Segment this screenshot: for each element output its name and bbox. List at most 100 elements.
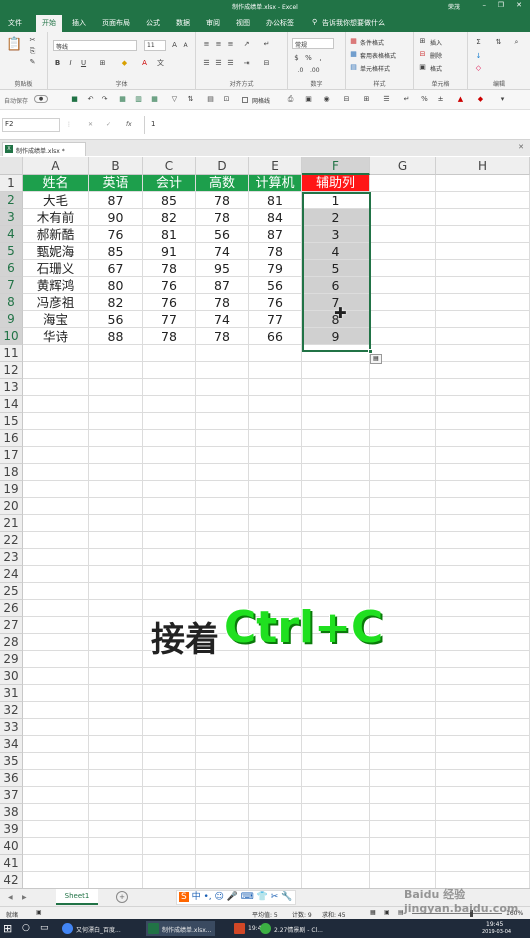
row-header[interactable]: 19 bbox=[0, 481, 23, 498]
align-right-icon[interactable]: ☰ bbox=[226, 59, 235, 68]
column-header-f[interactable]: F bbox=[302, 157, 370, 175]
empty-cell[interactable] bbox=[302, 566, 370, 583]
row-header[interactable]: 23 bbox=[0, 549, 23, 566]
new-sheet-button[interactable]: + bbox=[116, 891, 128, 903]
table-cell[interactable]: 84 bbox=[249, 209, 302, 226]
empty-cell[interactable] bbox=[196, 481, 249, 498]
increase-decimal-icon[interactable]: .0 bbox=[296, 66, 305, 75]
decimal-icon[interactable]: ± bbox=[436, 95, 445, 104]
border-icon[interactable]: ⊞ bbox=[98, 59, 107, 68]
empty-cell[interactable] bbox=[89, 668, 143, 685]
tell-me-input[interactable]: 告诉我你想要做什么 bbox=[322, 18, 385, 28]
empty-cell[interactable] bbox=[302, 413, 370, 430]
empty-cell[interactable] bbox=[436, 175, 530, 192]
row-header[interactable]: 2 bbox=[0, 192, 23, 209]
row-header[interactable]: 40 bbox=[0, 838, 23, 855]
empty-cell[interactable] bbox=[196, 668, 249, 685]
table-cell[interactable]: 4 bbox=[302, 243, 370, 260]
empty-cell[interactable] bbox=[249, 379, 302, 396]
empty-cell[interactable] bbox=[249, 753, 302, 770]
table-cell[interactable]: 76 bbox=[143, 294, 196, 311]
empty-cell[interactable] bbox=[89, 583, 143, 600]
empty-cell[interactable] bbox=[249, 702, 302, 719]
row-header[interactable]: 9 bbox=[0, 311, 23, 328]
user-name[interactable]: 荣茂 bbox=[448, 2, 460, 11]
row-header[interactable]: 24 bbox=[0, 566, 23, 583]
empty-cell[interactable] bbox=[89, 651, 143, 668]
empty-cell[interactable] bbox=[436, 770, 530, 787]
empty-cell[interactable] bbox=[436, 685, 530, 702]
camera-icon[interactable]: ◉ bbox=[322, 95, 331, 104]
empty-cell[interactable] bbox=[249, 685, 302, 702]
empty-cell[interactable] bbox=[89, 719, 143, 736]
empty-cell[interactable] bbox=[302, 702, 370, 719]
merge-center-icon[interactable]: ⊟ bbox=[262, 59, 271, 68]
row-header[interactable]: 29 bbox=[0, 651, 23, 668]
empty-cell[interactable] bbox=[249, 770, 302, 787]
align-top-icon[interactable]: ≡ bbox=[202, 40, 211, 49]
row-header[interactable]: 41 bbox=[0, 855, 23, 872]
empty-cell[interactable] bbox=[302, 481, 370, 498]
tab-formulas[interactable]: 公式 bbox=[146, 18, 160, 28]
table-cell[interactable]: 3 bbox=[302, 226, 370, 243]
autosave-toggle[interactable]: ● bbox=[34, 95, 48, 103]
empty-cell[interactable] bbox=[249, 719, 302, 736]
empty-cell[interactable] bbox=[196, 821, 249, 838]
empty-cell[interactable] bbox=[370, 464, 436, 481]
empty-cell[interactable] bbox=[143, 345, 196, 362]
empty-cell[interactable] bbox=[143, 685, 196, 702]
align-icon[interactable]: ☰ bbox=[382, 95, 391, 104]
empty-cell[interactable] bbox=[436, 532, 530, 549]
table-cell[interactable]: 56 bbox=[196, 226, 249, 243]
table-cell[interactable]: 85 bbox=[143, 192, 196, 209]
empty-cell[interactable] bbox=[370, 753, 436, 770]
empty-cell[interactable] bbox=[302, 685, 370, 702]
empty-cell[interactable] bbox=[436, 277, 530, 294]
empty-cell[interactable] bbox=[370, 498, 436, 515]
empty-cell[interactable] bbox=[436, 464, 530, 481]
empty-cell[interactable] bbox=[23, 770, 89, 787]
empty-cell[interactable] bbox=[302, 804, 370, 821]
cancel-entry-icon[interactable]: ✕ bbox=[88, 121, 93, 128]
empty-cell[interactable] bbox=[143, 872, 196, 889]
table-cell[interactable]: 冯彦祖 bbox=[23, 294, 89, 311]
empty-cell[interactable] bbox=[143, 532, 196, 549]
table-format-button[interactable]: 套用表格格式 bbox=[360, 51, 396, 60]
worksheet-grid[interactable]: ABCDEFGH 1 2 3 4 5 6 7 8 9 10 11 12 13 14 15 16 17 18 19 20… bbox=[0, 157, 530, 889]
row-header[interactable]: 11 bbox=[0, 345, 23, 362]
table-cell[interactable]: 78 bbox=[196, 328, 249, 345]
bold-button[interactable]: B bbox=[53, 59, 62, 68]
redo-icon[interactable]: ↷ bbox=[100, 95, 109, 104]
customize-qat-icon[interactable]: ▾ bbox=[498, 95, 507, 104]
decrease-font-icon[interactable]: A bbox=[181, 41, 190, 50]
find-icon[interactable]: ⌕ bbox=[512, 38, 521, 47]
empty-cell[interactable] bbox=[436, 583, 530, 600]
empty-cell[interactable] bbox=[23, 447, 89, 464]
empty-cell[interactable] bbox=[143, 736, 196, 753]
empty-cell[interactable] bbox=[302, 430, 370, 447]
empty-cell[interactable] bbox=[23, 702, 89, 719]
empty-cell[interactable] bbox=[89, 838, 143, 855]
empty-cell[interactable] bbox=[302, 855, 370, 872]
tab-office-tab[interactable]: 办公标签 bbox=[266, 18, 294, 28]
align-left-icon[interactable]: ☰ bbox=[202, 59, 211, 68]
copy-icon[interactable]: ⎘ bbox=[28, 47, 37, 56]
format-painter-icon[interactable]: ✎ bbox=[28, 58, 37, 67]
cortana-icon[interactable]: ○ bbox=[22, 923, 30, 933]
empty-cell[interactable] bbox=[89, 396, 143, 413]
empty-cell[interactable] bbox=[23, 430, 89, 447]
empty-cell[interactable] bbox=[89, 600, 143, 617]
ime-toolbar[interactable]: S 中 •, ☺ 🎤 ⌨ 👕 ✂ 🔧 bbox=[176, 890, 296, 905]
table-cell[interactable]: 甄妮海 bbox=[23, 243, 89, 260]
comma-icon[interactable]: , bbox=[316, 54, 325, 63]
table-cell[interactable]: 95 bbox=[196, 260, 249, 277]
table-cell[interactable]: 78 bbox=[196, 294, 249, 311]
clear-icon[interactable]: ◇ bbox=[474, 64, 483, 73]
table-cell[interactable]: 9 bbox=[302, 328, 370, 345]
sheet-prev-icon[interactable]: ◀ bbox=[8, 894, 13, 901]
empty-cell[interactable] bbox=[23, 583, 89, 600]
row-header[interactable]: 15 bbox=[0, 413, 23, 430]
empty-cell[interactable] bbox=[302, 464, 370, 481]
empty-cell[interactable] bbox=[23, 345, 89, 362]
empty-cell[interactable] bbox=[249, 566, 302, 583]
